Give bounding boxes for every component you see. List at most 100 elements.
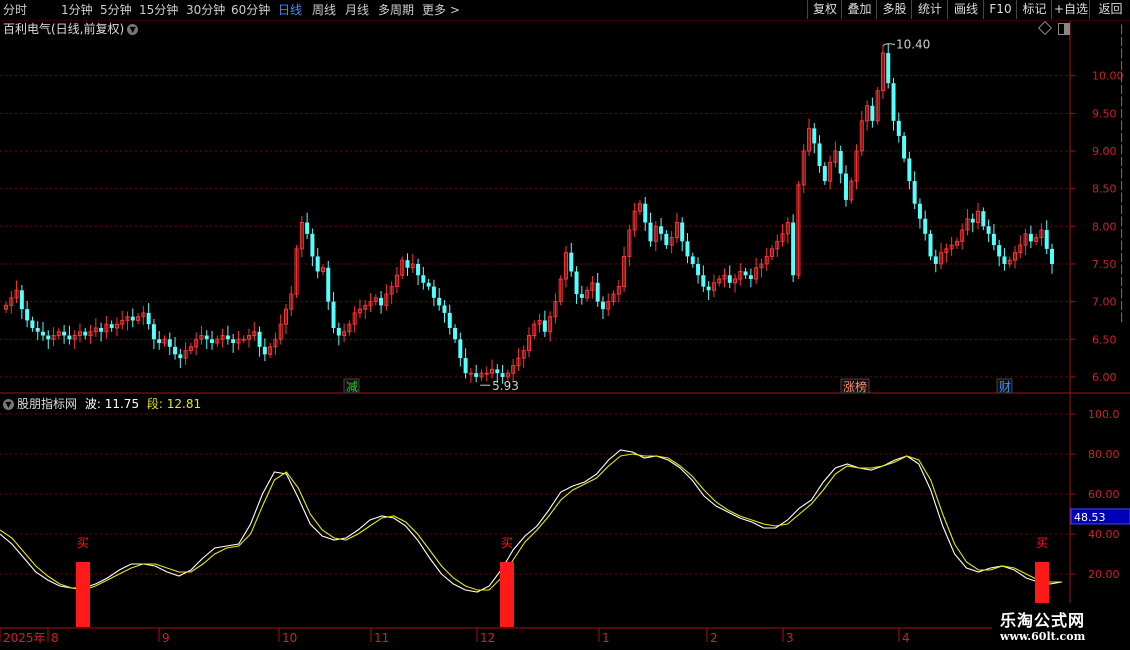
indicator-axis-label: 80.00 xyxy=(1088,448,1120,461)
toolbar-button[interactable]: 复权 xyxy=(807,0,842,19)
toolbar-button[interactable]: F10 xyxy=(983,0,1017,19)
candle-body xyxy=(416,263,421,276)
time-axis-label: 10 xyxy=(282,631,297,645)
panel-toggle-icon[interactable] xyxy=(1058,23,1070,35)
kline-chart[interactable]: 买 买 买 10.00 9.50 9.00 8.50 8.00 7.50 7.00 6.50 6.0… xyxy=(0,0,1130,650)
time-axis-label: 4 xyxy=(902,631,910,645)
toolbar-button[interactable]: +自选 xyxy=(1051,0,1090,19)
candle-body xyxy=(923,218,928,234)
candle-body xyxy=(1028,233,1033,242)
candle-body xyxy=(379,297,384,306)
period-tab[interactable]: 1分钟 xyxy=(61,0,93,20)
candle-body xyxy=(838,150,843,174)
candle-body xyxy=(442,305,447,313)
indicator-name: 股朋指标网 xyxy=(17,397,78,411)
price-axis-label: 8.50 xyxy=(1092,183,1117,196)
chevron-down-icon[interactable]: ▼ xyxy=(127,24,139,35)
wave-line xyxy=(0,449,1063,593)
watermark-url: www.60lt.com xyxy=(1000,630,1086,643)
main-chart-title[interactable]: 百利电气(日线,前复权) ▼ xyxy=(3,21,139,37)
indicator-axis-label: 20.00 xyxy=(1088,568,1120,581)
candle-body xyxy=(664,233,669,246)
event-tag: 涨榜 xyxy=(843,379,867,394)
segment-line xyxy=(0,453,1062,591)
candle-body xyxy=(791,222,796,276)
indicator-title[interactable]: ▼ 股朋指标网 波: 11.75 段: 12.81 xyxy=(3,396,201,412)
time-axis-label: 12 xyxy=(480,631,495,645)
price-axis-label: 7.50 xyxy=(1092,258,1117,271)
period-tab[interactable]: 日线 xyxy=(278,0,302,20)
candle-body xyxy=(600,301,605,310)
candle-body xyxy=(326,267,331,302)
candle-body xyxy=(421,275,426,283)
price-axis-label: 8.00 xyxy=(1092,220,1117,233)
period-tab[interactable]: 30分钟 xyxy=(186,0,225,20)
candle-body xyxy=(986,226,991,234)
candle-body xyxy=(62,331,67,336)
time-axis-label: 2 xyxy=(710,631,718,645)
event-tag: 减 xyxy=(346,380,358,394)
period-tab[interactable]: 更多 > xyxy=(422,0,460,20)
candle-body xyxy=(130,316,135,321)
candle-body xyxy=(146,312,151,325)
candle-body xyxy=(46,335,51,340)
candle-body xyxy=(109,324,114,328)
candle-body xyxy=(812,128,817,144)
candle-body xyxy=(30,320,35,328)
toolbar-button[interactable]: 多股 xyxy=(876,0,912,19)
candle-body xyxy=(981,211,986,227)
stock-title: 百利电气(日线,前复权) xyxy=(3,22,125,36)
candle-body xyxy=(569,252,574,272)
candle-body xyxy=(970,218,975,223)
candlestick-series[interactable] xyxy=(4,43,1055,384)
toolbar-button[interactable]: 叠加 xyxy=(841,0,877,19)
candle-body xyxy=(151,324,156,340)
time-axis-label: 2025年 xyxy=(3,631,46,645)
candle-body xyxy=(648,222,653,242)
period-tab[interactable]: 分时 xyxy=(3,0,27,20)
toolbar-button[interactable]: 画线 xyxy=(947,0,984,19)
period-tab[interactable]: 周线 xyxy=(312,0,336,20)
indicator-axis-label: 100.0 xyxy=(1088,408,1120,421)
candle-body xyxy=(1044,230,1049,249)
candle-body xyxy=(822,166,827,182)
candle-body xyxy=(431,286,436,298)
buy-signal-bar xyxy=(76,562,90,627)
candle-body xyxy=(870,105,875,121)
buy-signal-label: 买 xyxy=(77,536,89,550)
candle-body xyxy=(933,256,938,264)
toolbar-button[interactable]: 统计 xyxy=(911,0,948,19)
candle-body xyxy=(262,346,267,355)
chevron-down-icon[interactable]: ▼ xyxy=(3,399,14,410)
candle-body xyxy=(917,203,922,219)
candle-body xyxy=(991,233,996,246)
toolbar-button[interactable]: 标记 xyxy=(1016,0,1052,19)
period-tab[interactable]: 15分钟 xyxy=(139,0,178,20)
period-tab[interactable]: 月线 xyxy=(345,0,369,20)
candle-body xyxy=(690,256,695,264)
candle-body xyxy=(886,53,891,84)
main-grid xyxy=(0,75,1070,378)
candle-body xyxy=(595,282,600,302)
candle-body xyxy=(35,327,40,332)
price-axis-label: 6.00 xyxy=(1092,371,1117,384)
candle-body xyxy=(210,339,215,344)
candle-body xyxy=(1002,256,1007,264)
candle-body xyxy=(574,271,579,295)
candle-body xyxy=(157,339,162,344)
indicator-lines[interactable] xyxy=(0,449,1063,593)
indicator-axis-label: 40.00 xyxy=(1088,528,1120,541)
price-axis-label: 9.50 xyxy=(1092,107,1117,120)
candle-body xyxy=(331,301,336,328)
period-tab[interactable]: 60分钟 xyxy=(231,0,270,20)
time-axis-label: 9 xyxy=(162,631,170,645)
current-value-label: 48.53 xyxy=(1074,511,1106,524)
period-tab[interactable]: 5分钟 xyxy=(100,0,132,20)
buy-signal-label: 买 xyxy=(1036,536,1048,550)
high-annotation: 10.40 xyxy=(896,38,930,52)
candle-body xyxy=(453,327,458,340)
period-tab[interactable]: 多周期 xyxy=(378,0,414,20)
side-panel-glyphs: | | | | | | | | | | | | | | | | | | | | | | | | | xyxy=(1120,24,1124,323)
toolbar-button[interactable]: 返回 xyxy=(1089,0,1130,19)
candle-body xyxy=(1050,248,1054,264)
